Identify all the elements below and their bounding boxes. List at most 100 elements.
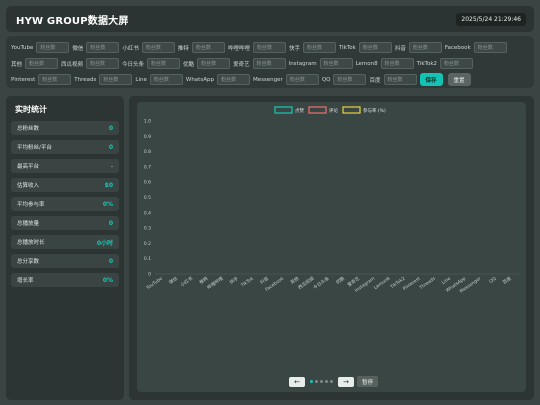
follower-count-input[interactable]: 粉丝数: [333, 74, 367, 85]
y-tick-label: 1.0: [144, 119, 151, 125]
field-label: Facebook: [444, 44, 471, 51]
follower-count-input[interactable]: 粉丝数: [147, 58, 181, 69]
stat-value: -: [110, 162, 113, 170]
page-dot[interactable]: [315, 380, 318, 383]
next-page-button[interactable]: →: [338, 376, 354, 387]
stat-card: 增长率 0%: [11, 273, 119, 287]
pause-button[interactable]: 暂停: [357, 376, 379, 387]
x-tick-label: QQ: [488, 275, 498, 284]
y-tick-label: 0.8: [144, 149, 151, 155]
follower-count-input[interactable]: 粉丝数: [36, 42, 70, 53]
x-tick-label: Lemon8: [373, 276, 391, 291]
stat-value: 0: [108, 143, 113, 151]
form-row-3: Pinterest 粉丝数 Threads 粉丝数 Line 粉丝数 WhatsApp 粉丝数…: [11, 72, 529, 87]
field-其他: 其他 粉丝数: [11, 58, 59, 69]
follower-count-input[interactable]: 粉丝数: [285, 74, 319, 85]
page-dot[interactable]: [310, 380, 313, 383]
field-whatsapp: WhatsApp 粉丝数: [186, 74, 250, 85]
stats-list: 总粉丝数 0 平均粉丝/平台 0 最高平台 - 估算收入 $0 平均参与率 0% 总播放量 0 总播放时…: [11, 121, 119, 287]
x-tick-label: 快手: [228, 275, 240, 286]
stats-panel: 实时统计 总粉丝数 0 平均粉丝/平台 0 最高平台 - 估算收入 $0 平均参与率 0% 总播放量…: [6, 96, 124, 400]
x-tick-label: 其他: [289, 275, 301, 286]
field-百度: 百度 粉丝数: [369, 74, 417, 85]
stat-label: 最高平台: [17, 164, 40, 170]
stat-label: 平均参与率: [17, 202, 45, 208]
follower-count-input[interactable]: 粉丝数: [216, 74, 250, 85]
stats-title: 实时统计: [15, 105, 47, 114]
follower-count-input[interactable]: 粉丝数: [197, 58, 231, 69]
prev-page-button[interactable]: ←: [289, 376, 305, 387]
follower-count-input[interactable]: 粉丝数: [302, 42, 336, 53]
follower-count-input[interactable]: 粉丝数: [358, 42, 392, 53]
legend-swatch: [342, 106, 361, 114]
follower-count-input[interactable]: 粉丝数: [440, 58, 474, 69]
x-tick-label: 百度: [501, 275, 513, 286]
stat-value: 0: [108, 124, 113, 132]
field-微信: 微信 粉丝数: [72, 42, 120, 53]
field-小红书: 小红书 粉丝数: [122, 42, 175, 53]
follower-count-input[interactable]: 粉丝数: [380, 58, 414, 69]
field-label: 西瓜视频: [61, 61, 84, 68]
field-今日头条: 今日头条 粉丝数: [122, 58, 181, 69]
y-tick-label: 0.1: [144, 256, 151, 262]
follower-count-input[interactable]: 粉丝数: [252, 58, 286, 69]
x-tick-label: 哔哩哔哩: [206, 275, 225, 291]
follower-count-input[interactable]: 粉丝数: [319, 58, 353, 69]
field-label: 今日头条: [122, 61, 145, 68]
follower-count-input[interactable]: 粉丝数: [149, 74, 183, 85]
field-label: YouTube: [11, 44, 34, 51]
stat-value: $0: [104, 181, 113, 189]
page-dot[interactable]: [330, 380, 333, 383]
stat-value: 0%: [102, 276, 113, 284]
page-dot[interactable]: [325, 380, 328, 383]
stat-card: 平均粉丝/平台 0: [11, 140, 119, 154]
field-label: 哔哩哔哩: [227, 45, 250, 52]
follower-count-input[interactable]: 粉丝数: [473, 42, 507, 53]
page-dots: [309, 380, 334, 383]
field-pinterest: Pinterest 粉丝数: [11, 74, 72, 85]
field-qq: QQ 粉丝数: [322, 74, 367, 85]
follower-count-input[interactable]: 粉丝数: [141, 42, 175, 53]
follower-count-input[interactable]: 粉丝数: [191, 42, 225, 53]
follower-count-input[interactable]: 粉丝数: [252, 42, 286, 53]
x-tick-label: YouTube: [144, 276, 163, 292]
stat-label: 总播放量: [17, 221, 40, 227]
field-推特: 推特 粉丝数: [178, 42, 225, 53]
follower-count-input[interactable]: 粉丝数: [99, 74, 133, 85]
stat-label: 总分享数: [17, 259, 40, 265]
y-tick-label: 0.3: [144, 226, 151, 232]
stat-value: 0: [108, 219, 113, 227]
field-优酷: 优酷 粉丝数: [183, 58, 231, 69]
follower-count-input[interactable]: 粉丝数: [86, 42, 120, 53]
follower-count-input[interactable]: 粉丝数: [408, 42, 442, 53]
datetime-display: 2025/5/24 21:29:46: [456, 12, 526, 26]
field-label: 其他: [11, 61, 23, 68]
field-label: 优酷: [183, 61, 195, 68]
field-facebook: Facebook 粉丝数: [445, 42, 507, 53]
follower-count-input[interactable]: 粉丝数: [25, 58, 59, 69]
follower-count-input[interactable]: 粉丝数: [86, 58, 120, 69]
field-label: TikTok: [338, 44, 356, 51]
field-youtube: YouTube 粉丝数: [11, 42, 70, 53]
follower-count-input[interactable]: 粉丝数: [383, 74, 417, 85]
field-label: Threads: [74, 76, 97, 83]
save-button[interactable]: 保存: [419, 73, 443, 86]
stat-card: 最高平台 -: [11, 159, 119, 173]
legend-label: 参与率 (%): [363, 107, 386, 114]
engagement-chart: 点赞 评论 参与率 (%) 0 0.1 0.2 0.3 0.4 0.5 0.6 0.7 0.8 0.9 1…: [144, 106, 519, 295]
reset-button[interactable]: 重置: [447, 73, 471, 86]
field-label: Pinterest: [11, 76, 36, 83]
field-抖音: 抖音 粉丝数: [395, 42, 442, 53]
field-label: 小红书: [122, 45, 139, 52]
field-爱奇艺: 爱奇艺 粉丝数: [233, 58, 286, 69]
field-lemon8: Lemon8 粉丝数: [356, 58, 414, 69]
form-row-1: YouTube 粉丝数 微信 粉丝数 小红书 粉丝数 推特 粉丝数 哔哩哔哩 粉丝数 快手 粉丝数 Ti…: [11, 40, 529, 55]
follower-count-input[interactable]: 粉丝数: [38, 74, 72, 85]
follower-input-form: YouTube 粉丝数 微信 粉丝数 小红书 粉丝数 推特 粉丝数 哔哩哔哩 粉丝数 快手 粉丝数 Ti…: [6, 36, 534, 88]
header-bar: HYW GROUP数据大屏 2025/5/24 21:29:46: [6, 6, 534, 32]
page-dot[interactable]: [320, 380, 323, 383]
field-哔哩哔哩: 哔哩哔哩 粉丝数: [228, 42, 286, 53]
stat-label: 增长率: [17, 278, 34, 284]
field-label: 爱奇艺: [233, 61, 250, 68]
field-label: WhatsApp: [185, 76, 214, 83]
